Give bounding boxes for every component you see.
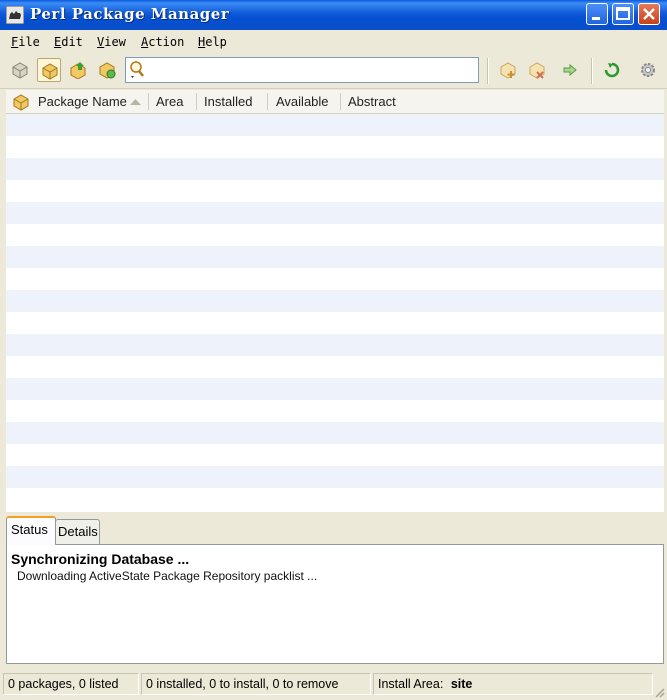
- mark-install-button[interactable]: [496, 58, 520, 82]
- menu-action[interactable]: Action: [141, 35, 184, 49]
- mark-install-icon: [500, 62, 516, 79]
- modified-packages-icon: [99, 62, 116, 79]
- menu-view[interactable]: View: [97, 35, 126, 49]
- status-bar: 0 packages, 0 listed 0 installed, 0 to i…: [0, 669, 667, 700]
- view-installed-packages-button[interactable]: [37, 58, 61, 82]
- column-header-available[interactable]: Available: [276, 94, 329, 109]
- package-list[interactable]: [6, 114, 664, 512]
- toolbar-separator-2: [591, 58, 593, 84]
- column-divider: [340, 93, 341, 110]
- view-upgradeable-packages-button[interactable]: [66, 58, 90, 82]
- install-area-label: Install Area:: [378, 677, 444, 691]
- camel-icon: [6, 6, 24, 24]
- view-modified-packages-button[interactable]: [95, 58, 119, 82]
- tab-status[interactable]: Status: [6, 516, 56, 545]
- tab-details[interactable]: Details: [55, 519, 100, 544]
- column-header-installed[interactable]: Installed: [204, 94, 252, 109]
- list-row-stripe: [6, 246, 664, 268]
- search-icon[interactable]: [128, 60, 146, 80]
- minimize-icon: [592, 17, 600, 20]
- menu-edit[interactable]: Edit: [54, 35, 83, 49]
- list-row-stripe: [6, 422, 664, 444]
- menu-file[interactable]: File: [11, 35, 40, 49]
- refresh-button[interactable]: [600, 58, 624, 82]
- toolbar-separator: [487, 58, 489, 84]
- upgradeable-packages-icon: [70, 62, 86, 79]
- column-header-area[interactable]: Area: [156, 94, 183, 109]
- close-icon: [643, 8, 655, 20]
- preferences-icon: [641, 63, 655, 77]
- search-input[interactable]: [148, 60, 473, 80]
- installed-packages-icon: [42, 63, 58, 80]
- menu-help[interactable]: Help: [198, 35, 227, 49]
- refresh-icon: [604, 62, 620, 78]
- title-bar[interactable]: Perl Package Manager: [0, 0, 667, 30]
- status-detail: Downloading ActiveState Package Reposito…: [17, 569, 318, 583]
- search-box: [125, 57, 479, 83]
- list-row-stripe: [6, 114, 664, 136]
- preferences-button[interactable]: [636, 58, 660, 82]
- run-actions-icon: [563, 63, 577, 77]
- status-panel: Synchronizing Database ... Downloading A…: [6, 544, 664, 664]
- column-divider: [148, 93, 149, 110]
- close-button[interactable]: [638, 3, 660, 25]
- minimize-button[interactable]: [586, 3, 608, 25]
- column-divider: [196, 93, 197, 110]
- install-area-value: site: [450, 677, 473, 691]
- mark-remove-icon: [529, 62, 545, 79]
- column-header-package-name[interactable]: Package Name: [38, 94, 127, 109]
- view-all-packages-button[interactable]: [8, 58, 32, 82]
- package-icon: [13, 94, 29, 111]
- column-divider: [267, 93, 268, 110]
- list-row-stripe: [6, 334, 664, 356]
- run-actions-button[interactable]: [558, 58, 582, 82]
- list-row-stripe: [6, 158, 664, 180]
- resize-grip-icon[interactable]: [653, 686, 665, 698]
- list-row-stripe: [6, 378, 664, 400]
- maximize-button[interactable]: [612, 3, 634, 25]
- package-list-header: Package Name Area Installed Available Ab…: [6, 90, 664, 114]
- status-packages: 0 packages, 0 listed: [3, 673, 139, 695]
- window-title: Perl Package Manager: [30, 5, 230, 23]
- status-install-area: Install Area: site: [373, 673, 653, 695]
- list-row-stripe: [6, 202, 664, 224]
- column-header-abstract[interactable]: Abstract: [348, 94, 396, 109]
- mark-remove-button[interactable]: [525, 58, 549, 82]
- sort-ascending-icon: [130, 99, 141, 105]
- status-changes: 0 installed, 0 to install, 0 to remove: [141, 673, 371, 695]
- status-heading: Synchronizing Database ...: [11, 551, 190, 567]
- menu-bar: File Edit View Action Help: [0, 30, 667, 54]
- list-row-stripe: [6, 290, 664, 312]
- list-row-stripe: [6, 466, 664, 488]
- all-packages-icon: [12, 62, 28, 79]
- maximize-icon: [616, 7, 630, 20]
